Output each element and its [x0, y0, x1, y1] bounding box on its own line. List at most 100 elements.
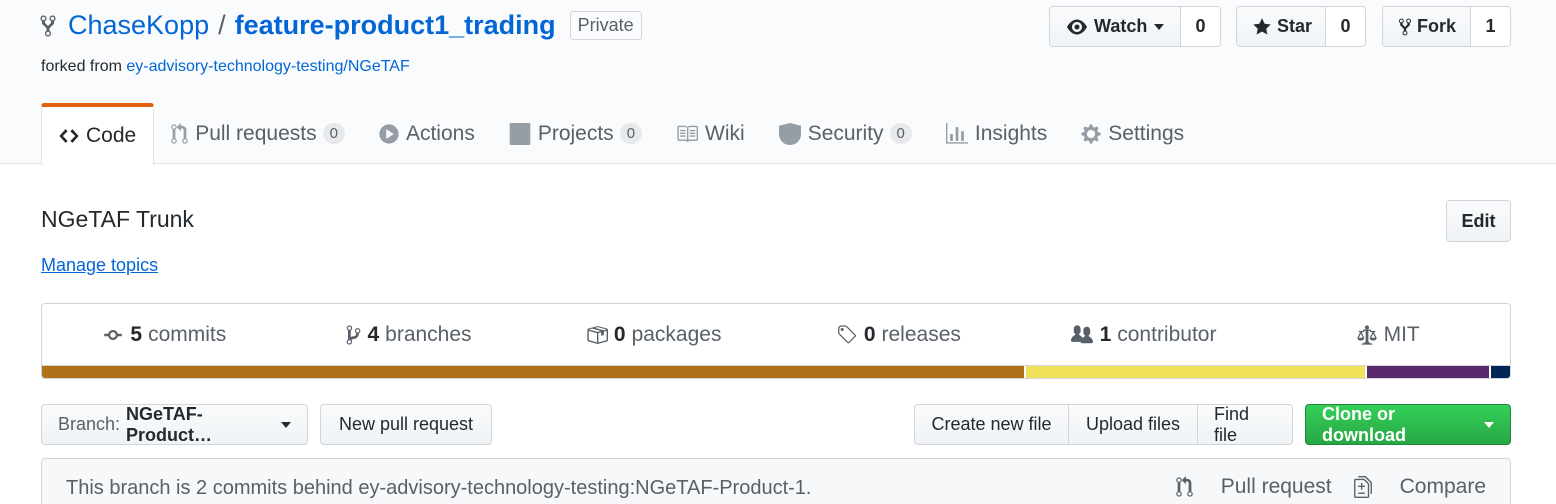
- fork-group: Fork 1: [1382, 6, 1511, 47]
- gear-icon: [1081, 123, 1101, 144]
- tab-pull-requests-label: Pull requests: [195, 121, 317, 145]
- repo-title: ChaseKopp / feature-product1_trading Pri…: [40, 10, 642, 41]
- language-bar-segment[interactable]: [1489, 366, 1510, 378]
- fork-button[interactable]: Fork: [1383, 7, 1471, 46]
- branch-status-message: This branch is 2 commits behind ey-advis…: [66, 477, 812, 499]
- repo-forked-icon: [1399, 18, 1411, 35]
- branch-actions: Pull request Compare: [1154, 475, 1486, 499]
- upload-files-button[interactable]: Upload files: [1068, 404, 1197, 445]
- security-counter: 0: [889, 123, 912, 144]
- branch-icon: [347, 325, 361, 345]
- repo-owner-link[interactable]: ChaseKopp: [68, 10, 209, 41]
- repo-header: ChaseKopp / feature-product1_trading Pri…: [0, 0, 1556, 165]
- compare-label: Compare: [1399, 475, 1486, 498]
- play-icon: [379, 123, 399, 144]
- branch-toolbar: Branch: NGeTAF-Product… New pull request: [41, 404, 492, 445]
- tab-insights-label: Insights: [974, 121, 1048, 145]
- chevron-down-icon: [1484, 421, 1494, 428]
- watch-label: Watch: [1094, 16, 1148, 36]
- new-pull-request-button[interactable]: New pull request: [320, 404, 492, 445]
- tab-code-label: Code: [86, 124, 137, 147]
- people-icon: [1070, 325, 1093, 344]
- repo-nav-tabs: Code Pull requests 0 Actions Projects 0 …: [41, 103, 1201, 165]
- graph-icon: [945, 122, 968, 144]
- repo-summary: 5 commits 4 branches 0 packages 0 releas…: [41, 303, 1511, 379]
- language-bar[interactable]: [42, 365, 1510, 378]
- tag-icon: [837, 325, 856, 344]
- watch-count[interactable]: 0: [1181, 7, 1220, 46]
- tab-insights[interactable]: Insights: [929, 103, 1064, 164]
- language-bar-segment[interactable]: [1024, 366, 1365, 378]
- language-bar-segment[interactable]: [42, 366, 1025, 378]
- branch-prefix: Branch:: [58, 414, 121, 434]
- edit-description-button[interactable]: Edit: [1446, 200, 1511, 242]
- license-summary[interactable]: MIT: [1265, 323, 1510, 347]
- tab-pull-requests[interactable]: Pull requests 0: [154, 103, 362, 164]
- license-label: MIT: [1383, 323, 1420, 346]
- tab-settings-label: Settings: [1108, 121, 1185, 145]
- find-file-button[interactable]: Find file: [1197, 404, 1293, 445]
- eye-icon: [1067, 19, 1087, 34]
- clone-label: Clone or download: [1322, 403, 1406, 445]
- path-separator: /: [218, 10, 226, 40]
- repo-description: NGeTAF Trunk: [41, 206, 194, 232]
- manage-topics-link[interactable]: Manage topics: [41, 255, 158, 276]
- package-icon: [587, 326, 608, 344]
- watch-button[interactable]: Watch: [1050, 7, 1181, 46]
- packages-summary[interactable]: 0 packages: [531, 323, 776, 347]
- book-icon: [677, 125, 699, 142]
- star-button[interactable]: Star: [1237, 7, 1326, 46]
- contributors-summary[interactable]: 1 contributor: [1021, 323, 1266, 347]
- tab-projects-label: Projects: [537, 121, 614, 145]
- pull-request-icon: [1175, 476, 1193, 497]
- commits-label: commits: [148, 323, 227, 346]
- branches-summary[interactable]: 4 branches: [287, 323, 532, 347]
- star-group: Star 0: [1236, 6, 1366, 47]
- fork-label: Fork: [1417, 16, 1457, 36]
- releases-label: releases: [881, 323, 961, 346]
- chevron-down-icon: [281, 421, 291, 428]
- tab-wiki[interactable]: Wiki: [659, 103, 762, 164]
- commits-summary[interactable]: 5 commits: [42, 323, 287, 347]
- releases-count: 0: [863, 323, 876, 346]
- fork-count[interactable]: 1: [1471, 7, 1510, 46]
- tab-actions[interactable]: Actions: [362, 103, 492, 164]
- releases-summary[interactable]: 0 releases: [776, 323, 1021, 347]
- tab-wiki-label: Wiki: [705, 121, 745, 145]
- branches-label: branches: [385, 323, 472, 346]
- project-icon: [509, 122, 531, 145]
- branch-select-button[interactable]: Branch: NGeTAF-Product…: [41, 404, 308, 445]
- pull-request-link[interactable]: Pull request: [1175, 475, 1332, 499]
- private-badge: Private: [569, 11, 642, 40]
- chevron-down-icon: [1154, 23, 1165, 30]
- branch-name: NGeTAF-Product…: [126, 403, 213, 445]
- tab-code[interactable]: Code: [41, 103, 155, 165]
- create-new-file-button[interactable]: Create new file: [914, 404, 1068, 445]
- branches-count: 4: [367, 323, 380, 346]
- commits-count: 5: [130, 323, 143, 346]
- star-count[interactable]: 0: [1326, 7, 1365, 46]
- tab-projects[interactable]: Projects 0: [492, 103, 659, 164]
- commit-icon: [104, 330, 123, 340]
- branch-infobar: This branch is 2 commits behind ey-advis…: [41, 458, 1511, 504]
- shield-icon: [778, 122, 801, 145]
- watch-group: Watch 0: [1049, 6, 1221, 47]
- code-icon: [59, 129, 79, 143]
- tab-security[interactable]: Security 0: [762, 103, 929, 164]
- contributors-label: contributor: [1117, 323, 1217, 346]
- law-icon: [1356, 325, 1377, 345]
- packages-label: packages: [631, 323, 722, 346]
- pull-request-label: Pull request: [1220, 475, 1332, 498]
- tab-settings[interactable]: Settings: [1064, 103, 1201, 164]
- contributors-count: 1: [1099, 323, 1112, 346]
- forked-from-link[interactable]: ey-advisory-technology-testing/NGeTAF: [126, 58, 409, 75]
- pull-requests-counter: 0: [322, 123, 345, 144]
- compare-link[interactable]: Compare: [1353, 475, 1486, 499]
- pull-request-icon: [171, 122, 188, 144]
- star-label: Star: [1277, 16, 1313, 36]
- language-bar-segment[interactable]: [1364, 366, 1490, 378]
- repo-name-link[interactable]: feature-product1_trading: [235, 10, 556, 41]
- tab-actions-label: Actions: [405, 121, 475, 145]
- forked-from: forked from ey-advisory-technology-testi…: [41, 58, 410, 76]
- clone-or-download-button[interactable]: Clone or download: [1305, 404, 1511, 445]
